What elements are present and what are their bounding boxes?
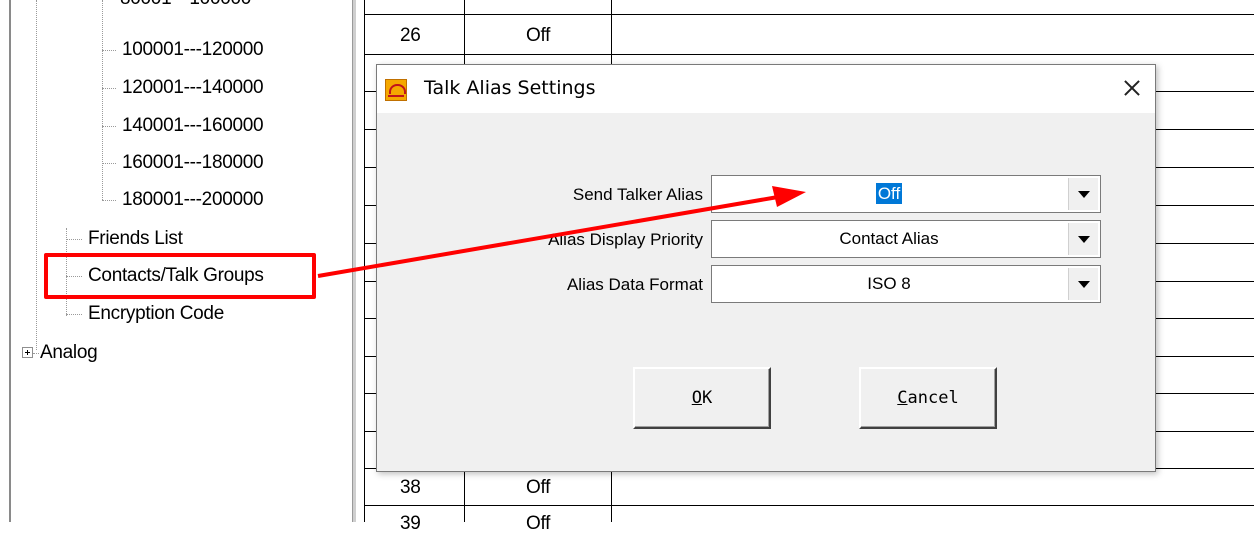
ok-mnemonic: O xyxy=(691,388,702,408)
alias-data-format-label: Alias Data Format xyxy=(566,275,703,294)
tree-trunk xyxy=(36,0,37,350)
grid-line xyxy=(364,0,365,522)
combo-value: ISO 8 xyxy=(867,274,911,293)
tree-item-range[interactable]: 100001---120000 xyxy=(122,39,264,61)
tree-item-analog[interactable]: Analog xyxy=(40,342,98,364)
cell-row-number[interactable]: 26 xyxy=(400,25,421,47)
annotation-highlight-box xyxy=(44,253,316,299)
tree-item-friends-list[interactable]: Friends List xyxy=(88,228,183,250)
close-icon[interactable] xyxy=(1113,69,1151,107)
talk-alias-settings-dialog: Talk Alias Settings Send Talker Alias Of… xyxy=(376,64,1156,472)
cancel-mnemonic: C xyxy=(897,388,908,408)
ok-label-rest: K xyxy=(702,388,713,408)
cancel-label-rest: ancel xyxy=(907,388,959,408)
tree-connector xyxy=(102,200,116,201)
app-logo-icon xyxy=(385,79,407,101)
dialog-title: Talk Alias Settings xyxy=(424,77,596,99)
ok-button[interactable]: OK xyxy=(633,367,771,429)
alias-data-format-select[interactable]: ISO 8 xyxy=(711,265,1101,303)
tree-subtrunk xyxy=(102,0,103,200)
tree-border xyxy=(9,0,11,522)
combo-value: Contact Alias xyxy=(839,229,939,248)
expand-plus-icon[interactable] xyxy=(22,347,33,358)
tree-item-range[interactable]: 140001---160000 xyxy=(122,115,264,137)
cell-value[interactable]: Off xyxy=(526,25,550,47)
tree-item-range[interactable]: 180001---200000 xyxy=(122,189,264,211)
tree-item-encryption-code[interactable]: Encryption Code xyxy=(88,303,224,325)
tree-connector xyxy=(102,163,116,164)
tree-connector xyxy=(33,353,39,354)
combo-value: Off xyxy=(712,183,1066,204)
tree-connector xyxy=(102,50,116,51)
grid-line xyxy=(364,14,1254,15)
cancel-button[interactable]: Cancel xyxy=(859,367,997,429)
cell-value[interactable]: Off xyxy=(526,513,550,535)
grid-line xyxy=(364,54,1254,55)
tree-item-range[interactable]: 160001---180000 xyxy=(122,152,264,174)
tree-item-partial[interactable]: 80001---100000 xyxy=(120,0,251,10)
chevron-down-icon[interactable] xyxy=(1068,178,1098,210)
alias-display-priority-label: Alias Display Priority xyxy=(548,230,703,249)
tree-connector xyxy=(102,88,116,89)
cell-row-number[interactable]: 38 xyxy=(400,477,421,499)
dialog-titlebar[interactable]: Talk Alias Settings xyxy=(377,65,1155,113)
chevron-down-icon[interactable] xyxy=(1068,268,1098,300)
tree-item-range[interactable]: 120001---140000 xyxy=(122,77,264,99)
cell-value[interactable]: Off xyxy=(526,477,550,499)
send-talker-alias-select[interactable]: Off xyxy=(711,175,1101,213)
chevron-down-icon[interactable] xyxy=(1068,223,1098,255)
send-talker-alias-label: Send Talker Alias xyxy=(572,185,703,204)
tree-connector xyxy=(66,314,82,315)
grid-line xyxy=(364,505,1254,506)
tree-panel: 80001---100000 100001---120000 120001---… xyxy=(0,0,350,522)
tree-connector xyxy=(66,239,82,240)
tree-connector xyxy=(102,126,116,127)
alias-display-priority-select[interactable]: Contact Alias xyxy=(711,220,1101,258)
cell-row-number[interactable]: 39 xyxy=(400,513,421,535)
selected-value: Off xyxy=(875,183,903,204)
